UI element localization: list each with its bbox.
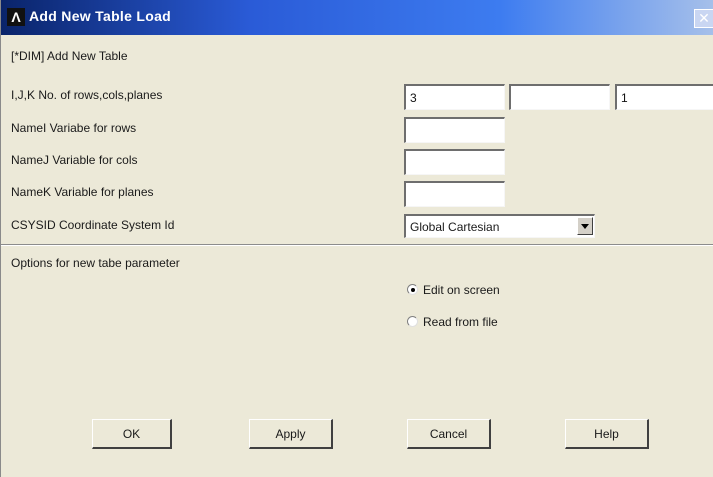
- command-label: [*DIM] Add New Table: [11, 49, 128, 63]
- csys-label: CSYSID Coordinate System Id: [11, 218, 175, 232]
- csys-select[interactable]: Global Cartesian: [404, 214, 595, 238]
- chevron-down-icon[interactable]: [577, 217, 593, 235]
- title-bar[interactable]: Λ Add New Table Load ✕: [1, 0, 713, 35]
- close-icon: ✕: [698, 10, 710, 26]
- options-heading: Options for new tabe parameter: [11, 256, 180, 270]
- cols-count-input[interactable]: [509, 84, 610, 110]
- help-button[interactable]: Help: [565, 419, 649, 449]
- var-rows-label: NameI Variabe for rows: [11, 121, 137, 135]
- var-cols-label: NameJ Variable for cols: [11, 153, 138, 167]
- planes-count-input[interactable]: [615, 84, 713, 110]
- option-label: Read from file: [423, 315, 498, 329]
- rows-count-input[interactable]: [404, 84, 505, 110]
- apply-button[interactable]: Apply: [249, 419, 333, 449]
- csys-selected-value: Global Cartesian: [410, 220, 500, 234]
- var-planes-input[interactable]: [404, 181, 505, 207]
- close-button[interactable]: ✕: [694, 9, 713, 28]
- var-rows-input[interactable]: [404, 117, 505, 143]
- section-divider: [1, 244, 713, 246]
- cancel-button[interactable]: Cancel: [407, 419, 491, 449]
- ansys-logo-icon: Λ: [7, 8, 25, 26]
- radio-selected-icon[interactable]: [407, 284, 418, 295]
- ok-button[interactable]: OK: [92, 419, 172, 449]
- radio-unselected-icon[interactable]: [407, 316, 418, 327]
- add-new-table-load-dialog: Λ Add New Table Load ✕ [*DIM] Add New Ta…: [0, 0, 713, 477]
- dims-label: I,J,K No. of rows,cols,planes: [11, 88, 163, 102]
- var-planes-label: NameK Variable for planes: [11, 185, 154, 199]
- option-label: Edit on screen: [423, 283, 500, 297]
- window-title: Add New Table Load: [29, 8, 172, 24]
- var-cols-input[interactable]: [404, 149, 505, 175]
